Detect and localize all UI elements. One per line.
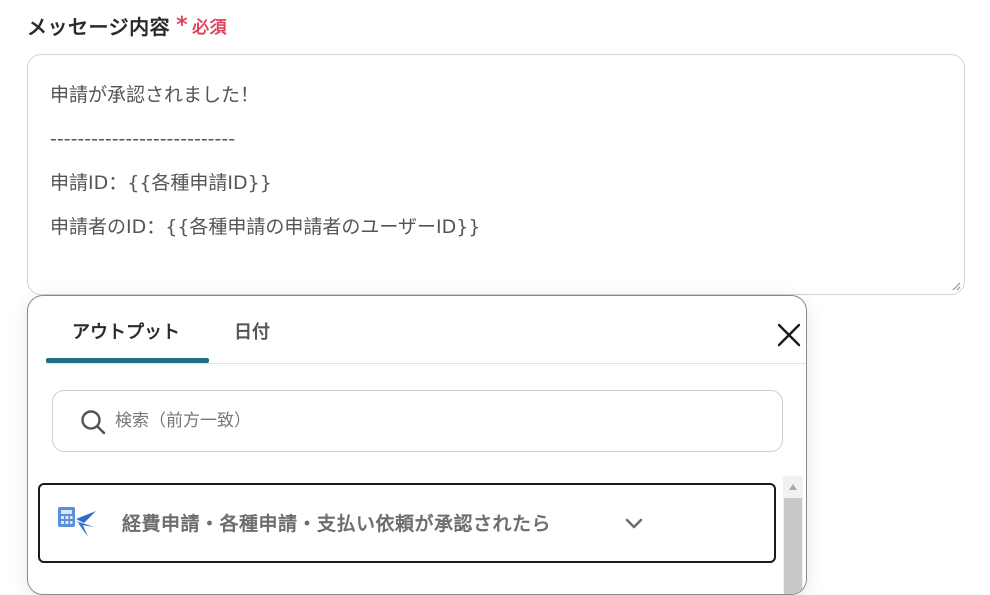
scroll-up-icon[interactable] — [789, 484, 797, 490]
required-asterisk: * — [176, 12, 189, 38]
scroll-thumb[interactable] — [784, 498, 802, 594]
resize-handle-icon[interactable] — [951, 281, 961, 291]
search-box — [52, 390, 783, 452]
group-title: 経費申請・各種申請・支払い依頼が承認されたら — [122, 513, 552, 535]
message-textarea[interactable]: 申請が承認されました！ --------------------------- … — [27, 54, 965, 295]
message-field-label: メッセージ内容 * 必須 — [27, 8, 227, 42]
active-tab-indicator — [46, 358, 209, 363]
search-icon — [81, 410, 106, 435]
tab-bar: アウトプット 日付 — [46, 296, 806, 364]
message-line: --------------------------- — [50, 128, 236, 150]
chevron-down-icon[interactable] — [624, 517, 644, 531]
message-line: 申請ID：{{各種申請ID}} — [50, 172, 272, 194]
close-icon[interactable] — [774, 320, 804, 350]
search-input[interactable] — [113, 391, 753, 451]
required-badge: 必須 — [192, 17, 228, 38]
field-label-text: メッセージ内容 — [27, 14, 171, 39]
output-group-row[interactable]: 経費申請・各種申請・支払い依頼が承認されたら — [38, 483, 776, 563]
message-line: 申請者のID：{{各種申請の申請者のユーザーID}} — [50, 216, 481, 238]
message-line: 申請が承認されました！ — [50, 84, 260, 106]
tab-date[interactable]: 日付 — [234, 318, 270, 348]
tab-output[interactable]: アウトプット — [72, 318, 180, 348]
variable-picker-popup: アウトプット 日付 経費申請・各 — [27, 295, 807, 595]
scrollbar[interactable] — [783, 476, 803, 594]
expense-app-icon — [58, 507, 96, 537]
